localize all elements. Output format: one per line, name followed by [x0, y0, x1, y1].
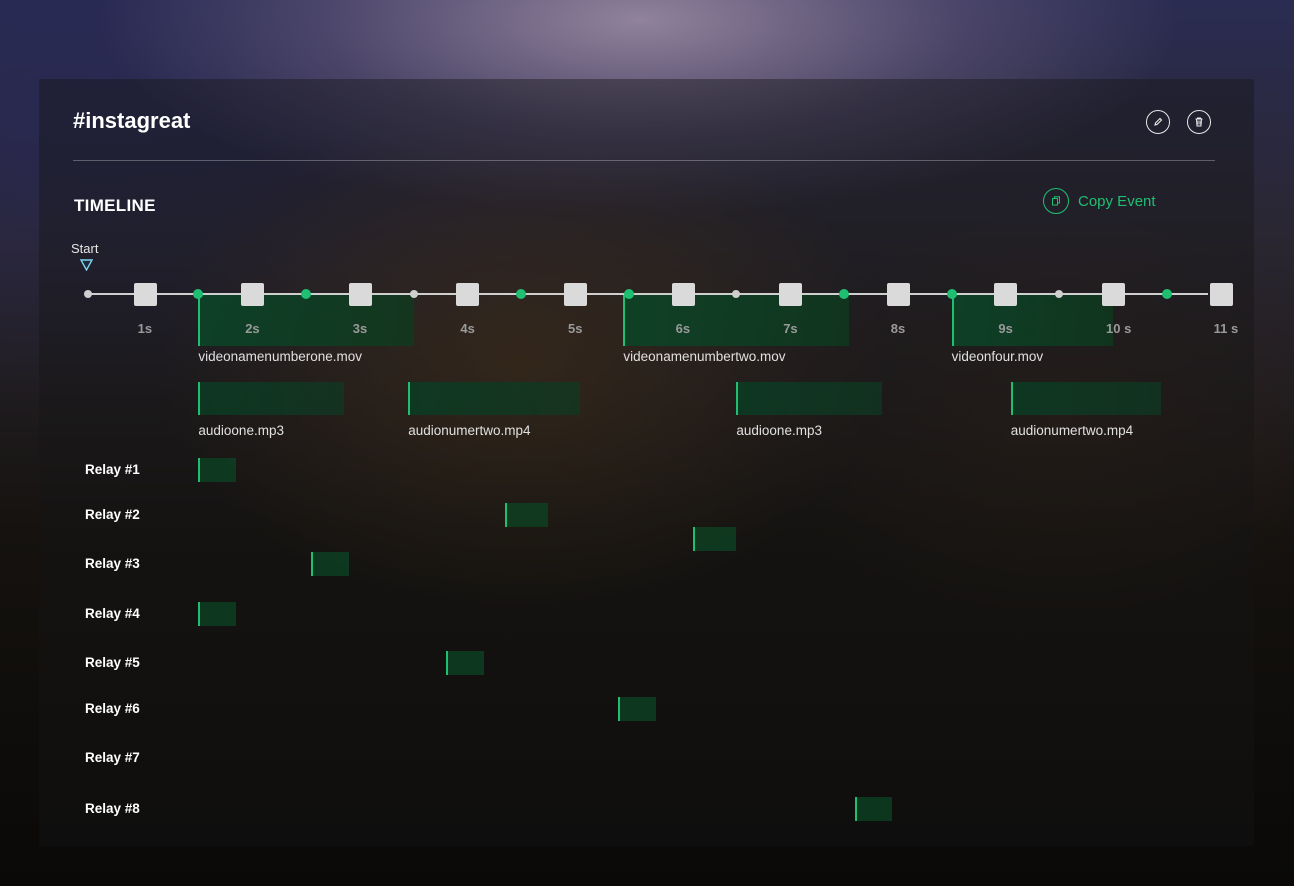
relay-event-block[interactable] [445, 651, 484, 675]
keyframe-dot[interactable] [946, 289, 957, 299]
timeline-title: TIMELINE [74, 196, 156, 215]
relay-label: Relay #3 [85, 556, 140, 571]
relay-event-block[interactable] [693, 527, 737, 551]
event-title: #instagreat [73, 108, 191, 133]
header-divider [73, 160, 1215, 161]
tick-label: 7s [783, 321, 798, 336]
keyframe-dot[interactable] [301, 289, 311, 299]
audio-clip-label: audioone.mp3 [736, 423, 822, 438]
second-marker[interactable] [241, 283, 265, 306]
start-marker-icon[interactable] [80, 259, 93, 271]
relay-event-block[interactable] [198, 602, 237, 626]
edit-button[interactable] [1146, 110, 1170, 134]
relay-label: Relay #8 [85, 801, 140, 816]
second-marker[interactable] [886, 283, 910, 306]
pencil-icon [1154, 117, 1163, 126]
relay-event-block[interactable] [505, 503, 549, 527]
tick-label: 3s [352, 321, 368, 336]
tick-label: 9s [998, 321, 1013, 336]
copy-event-label: Copy Event [1078, 192, 1156, 210]
start-label: Start [71, 241, 99, 256]
tick-label: 8s [890, 321, 906, 336]
second-marker[interactable] [1102, 283, 1125, 306]
second-marker[interactable] [994, 283, 1018, 306]
video-clip-label: videonamenumberone.mov [198, 349, 362, 364]
audio-clip-label: audionumertwo.mp4 [1010, 423, 1134, 438]
tick-label: 6s [675, 321, 691, 336]
relay-label: Relay #2 [85, 507, 140, 522]
relay-event-block[interactable] [618, 697, 656, 721]
second-marker[interactable] [779, 283, 803, 306]
second-marker[interactable] [133, 283, 157, 306]
half-second-dot[interactable] [409, 290, 418, 298]
video-clip-label: videonfour.mov [951, 349, 1044, 364]
relay-event-block[interactable] [198, 458, 237, 482]
second-marker[interactable] [456, 283, 480, 306]
audio-clip-label: audionumertwo.mp4 [408, 423, 531, 438]
tick-label: 1s [137, 321, 153, 336]
video-clip-block[interactable] [951, 294, 1113, 346]
second-marker[interactable] [671, 283, 695, 306]
video-clip-label: videonamenumbertwo.mov [623, 349, 786, 364]
second-marker[interactable] [564, 283, 587, 306]
relay-event-block[interactable] [854, 797, 893, 821]
video-clip-block[interactable] [198, 294, 414, 346]
second-marker[interactable] [1209, 283, 1233, 306]
keyframe-dot[interactable] [839, 289, 849, 299]
copy-icon [1043, 188, 1069, 214]
relay-label: Relay #5 [85, 655, 140, 670]
delete-button[interactable] [1187, 110, 1211, 134]
relay-label: Relay #6 [85, 701, 140, 716]
audio-clip-block[interactable] [1010, 382, 1162, 415]
trash-icon [1195, 117, 1203, 127]
audio-clip-block[interactable] [198, 382, 344, 415]
second-marker[interactable] [348, 283, 372, 306]
relay-event-block[interactable] [311, 552, 350, 576]
audio-clip-block[interactable] [736, 382, 882, 415]
video-clip-block[interactable] [623, 294, 850, 346]
audio-clip-label: audioone.mp3 [198, 423, 284, 438]
relay-label: Relay #1 [85, 462, 140, 477]
keyframe-dot[interactable] [623, 289, 634, 299]
keyframe-dot[interactable] [1161, 289, 1172, 299]
start-dot [84, 290, 92, 298]
tick-label: 10 s [1106, 321, 1132, 336]
tick-label: 5s [568, 321, 583, 336]
relay-label: Relay #7 [85, 750, 140, 765]
audio-clip-block[interactable] [408, 382, 581, 415]
tick-label: 4s [460, 321, 475, 336]
copy-event-button[interactable]: Copy Event [1043, 187, 1156, 215]
tick-label: 2s [245, 321, 260, 336]
relay-label: Relay #4 [85, 606, 140, 621]
tick-label: 11 s [1213, 321, 1239, 336]
